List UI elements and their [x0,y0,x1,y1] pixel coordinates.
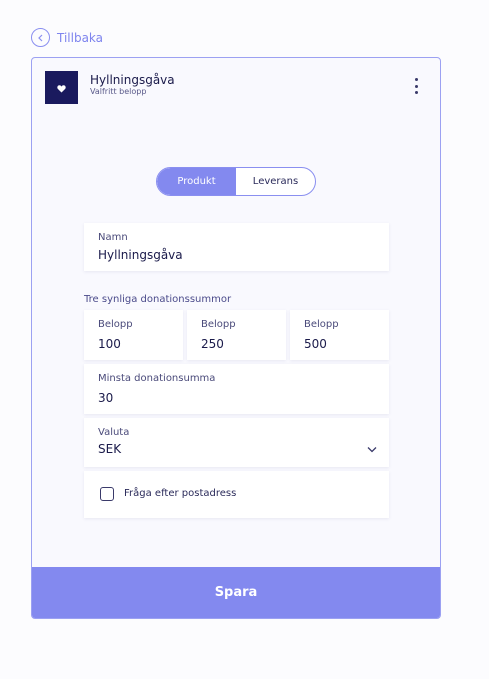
product-logo [45,71,78,104]
tab-leverans[interactable]: Leverans [236,168,315,195]
min-amount-value: 30 [98,391,114,405]
product-subtitle: Valfritt belopp [90,87,147,96]
product-card: Hyllningsgåva Valfritt belopp Produkt Le… [31,57,441,619]
amount-label: Belopp [98,319,133,330]
currency-value: SEK [98,442,122,456]
amount-value: 500 [304,337,327,351]
tab-switcher: Produkt Leverans [156,167,316,196]
name-value: Hyllningsgåva [98,248,183,262]
chevron-left-icon [31,28,50,47]
amount-value: 100 [98,337,121,351]
currency-select[interactable]: Valuta SEK [84,418,389,467]
address-checkbox[interactable] [100,487,114,501]
save-button[interactable]: Spara [32,567,440,618]
amount-label: Belopp [304,319,339,330]
tab-produkt[interactable]: Produkt [157,168,236,195]
address-checkbox-row[interactable]: Fråga efter postadress [84,471,389,518]
min-amount-label: Minsta donationsumma [98,373,216,384]
back-link[interactable]: Tillbaka [31,28,103,47]
back-label: Tillbaka [57,30,104,45]
amount-field-1[interactable]: Belopp 100 [84,310,183,360]
amount-value: 250 [201,337,224,351]
heart-icon [57,78,66,97]
amount-field-3[interactable]: Belopp 500 [290,310,389,360]
kebab-menu-icon[interactable] [412,78,420,94]
min-amount-field[interactable]: Minsta donationsumma 30 [84,364,389,414]
product-title: Hyllningsgåva [90,73,175,87]
name-label: Namn [98,232,128,243]
name-field[interactable]: Namn Hyllningsgåva [84,223,389,271]
amount-label: Belopp [201,319,236,330]
amounts-section-label: Tre synliga donationssummor [84,294,232,305]
currency-label: Valuta [98,427,130,438]
amount-field-2[interactable]: Belopp 250 [187,310,286,360]
address-checkbox-label: Fråga efter postadress [124,488,237,499]
chevron-down-icon [367,438,377,457]
